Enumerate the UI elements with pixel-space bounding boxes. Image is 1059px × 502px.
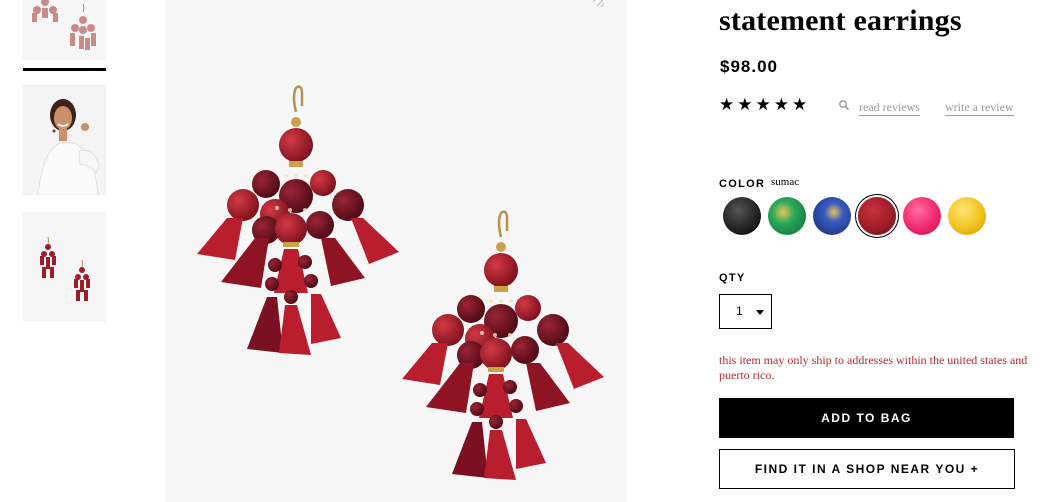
rating-stars: ★ ★ ★ ★ ★ [719, 95, 807, 115]
selected-thumbnail-indicator [23, 68, 106, 71]
expand-icon[interactable] [591, 0, 605, 8]
star-icon: ★ [719, 95, 735, 115]
add-to-bag-button[interactable]: ADD TO BAG [719, 398, 1014, 438]
swatch-yellow[interactable] [948, 197, 986, 235]
write-review-link[interactable]: write a review [945, 100, 1014, 116]
swatch-sumac[interactable] [858, 197, 896, 235]
find-in-shop-button[interactable]: FIND IT IN A SHOP NEAR YOU + [719, 449, 1015, 489]
star-icon: ★ [773, 95, 789, 115]
selected-color-name: sumac [771, 176, 800, 188]
shipping-restriction-note: this item may only ship to addresses wit… [719, 353, 1028, 382]
swatch-green[interactable] [768, 197, 806, 235]
quantity-label: QTY [719, 272, 746, 284]
thumbnail-model[interactable] [23, 85, 106, 195]
swatch-blue[interactable] [813, 197, 851, 235]
product-title: statement earrings [719, 4, 962, 37]
right-earring [402, 210, 604, 480]
swatch-pink[interactable] [903, 197, 941, 235]
thumbnail-earrings-red[interactable] [23, 212, 106, 322]
product-price: $98.00 [720, 57, 778, 76]
swatch-black[interactable] [723, 197, 761, 235]
color-label: COLOR [719, 178, 766, 190]
earrings-illustration [197, 85, 604, 480]
quantity-select[interactable]: 1 [719, 294, 772, 329]
read-reviews-link[interactable]: read reviews [859, 100, 920, 116]
magnifier-icon [839, 100, 850, 111]
star-icon: ★ [755, 95, 771, 115]
left-earring [197, 85, 399, 355]
star-icon: ★ [792, 95, 808, 115]
thumbnail-earrings-pink[interactable] [23, 0, 106, 60]
star-icon: ★ [737, 95, 753, 115]
main-product-image[interactable] [165, 0, 627, 502]
chevron-down-icon [756, 310, 764, 315]
quantity-value: 1 [736, 304, 743, 318]
